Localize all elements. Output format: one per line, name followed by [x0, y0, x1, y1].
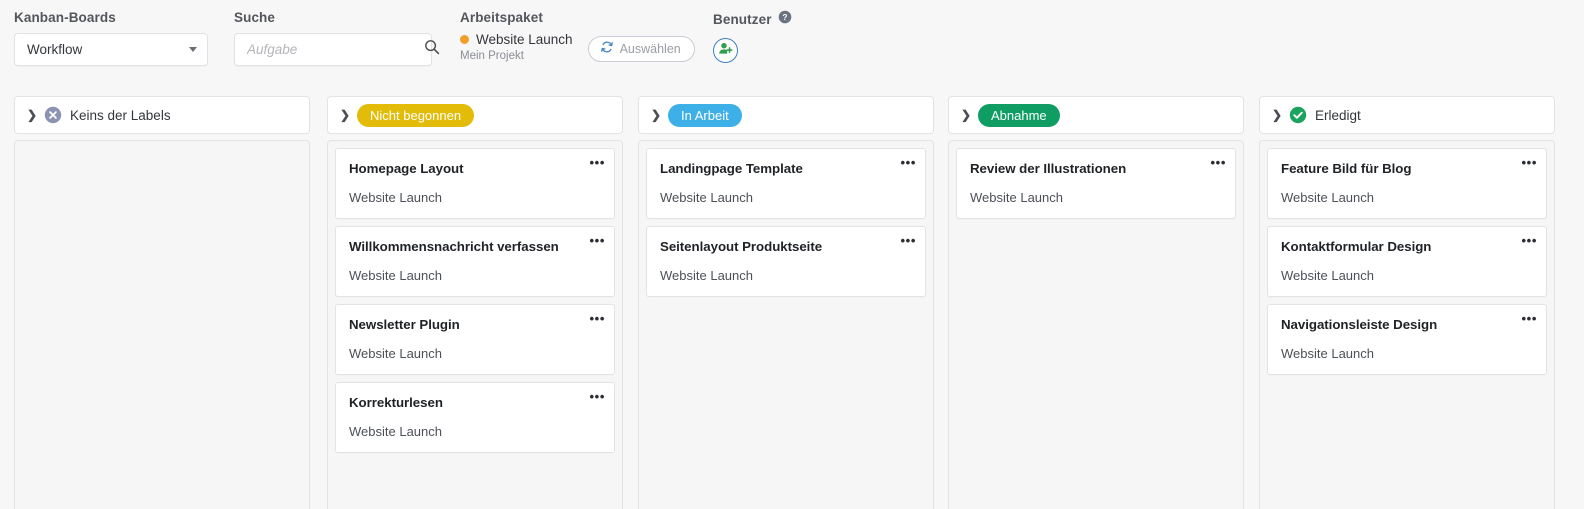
board-select-value: Workflow: [27, 42, 189, 57]
add-user-button[interactable]: [713, 38, 738, 63]
chevron-right-icon[interactable]: ❯: [651, 108, 668, 122]
task-card-subtitle: Website Launch: [1281, 190, 1533, 205]
more-options-icon[interactable]: •••: [901, 156, 916, 169]
task-card[interactable]: •••Willkommensnachricht verfassen Website…: [335, 226, 615, 297]
kanban-column-erledigt: ❯Erledigt•••Feature Bild für BlogWebsite…: [1259, 96, 1555, 509]
workpackage-texts: Website Launch Mein Projekt: [460, 32, 573, 62]
column-header-nicht-begonnen: ❯Nicht begonnen: [327, 96, 623, 134]
workpackage-name-row: Website Launch: [460, 32, 573, 47]
more-options-icon[interactable]: •••: [590, 234, 605, 247]
column-title: Keins der Labels: [70, 108, 171, 123]
status-dot-icon: [460, 35, 469, 44]
search-icon[interactable]: [424, 39, 440, 60]
select-workpackage-button[interactable]: Auswählen: [588, 36, 695, 62]
workpackage-label: Arbeitspaket: [460, 10, 695, 25]
workpackage-group: Arbeitspaket Website Launch Mein Projekt: [460, 10, 695, 62]
task-card-title: Review der Illustrationen: [970, 161, 1222, 177]
kanban-column-nicht-begonnen: ❯Nicht begonnen•••Homepage LayoutWebsite…: [327, 96, 623, 509]
column-header-abnahme: ❯Abnahme: [948, 96, 1244, 134]
kanban-page: Kanban-Boards Workflow Suche Arbeitspake…: [0, 0, 1584, 509]
chevron-down-icon: [189, 47, 197, 52]
user-group: Benutzer ?: [713, 10, 792, 63]
more-options-icon[interactable]: •••: [901, 234, 916, 247]
task-card-title: Korrekturlesen: [349, 395, 601, 411]
task-card-subtitle: Website Launch: [349, 190, 601, 205]
task-card-subtitle: Website Launch: [660, 268, 912, 283]
task-card[interactable]: •••Korrekturlesen Website Launch: [335, 382, 615, 453]
column-body-erledigt[interactable]: •••Feature Bild für BlogWebsite Launch••…: [1259, 140, 1555, 509]
search-box[interactable]: [234, 33, 432, 66]
task-card-title: Feature Bild für Blog: [1281, 161, 1533, 177]
search-label: Suche: [234, 10, 432, 25]
refresh-icon: [600, 40, 614, 59]
svg-text:?: ?: [782, 12, 787, 22]
task-card-subtitle: Website Launch: [970, 190, 1222, 205]
column-body-in-arbeit[interactable]: •••Landingpage TemplateWebsite Launch•••…: [638, 140, 934, 509]
task-card[interactable]: •••Review der Illustrationen Website Laun…: [956, 148, 1236, 219]
workpackage-body: Website Launch Mein Projekt Auswählen: [460, 32, 695, 62]
task-card-title: Willkommensnachricht verfassen: [349, 239, 601, 255]
task-card-title: Seitenlayout Produktseite: [660, 239, 912, 255]
user-head: Benutzer ?: [713, 10, 792, 29]
kanban-column-abnahme: ❯Abnahme •••Review der Illustrationen Webs…: [948, 96, 1244, 509]
add-person-icon: [718, 41, 733, 61]
more-options-icon[interactable]: •••: [590, 312, 605, 325]
x-circle-icon: [44, 106, 62, 124]
user-label: Benutzer: [713, 12, 772, 27]
more-options-icon[interactable]: •••: [590, 390, 605, 403]
column-header-erledigt: ❯ Erledigt: [1259, 96, 1555, 134]
kanban-boards-group: Kanban-Boards Workflow: [14, 10, 208, 66]
column-header-no-label: ❯ Keins der Labels: [14, 96, 310, 134]
task-card-title: Kontaktformular Design: [1281, 239, 1533, 255]
task-card[interactable]: •••Landingpage Template Website Launch: [646, 148, 926, 219]
task-card[interactable]: •••Navigationsleiste Design Website Launc…: [1267, 304, 1547, 375]
task-card-title: Homepage Layout: [349, 161, 601, 177]
task-card[interactable]: •••Kontaktformular Design Website Launch: [1267, 226, 1547, 297]
task-card-subtitle: Website Launch: [1281, 346, 1533, 361]
toolbar: Kanban-Boards Workflow Suche Arbeitspake…: [0, 0, 1584, 86]
search-input[interactable]: [247, 42, 424, 57]
board-select[interactable]: Workflow: [14, 33, 208, 66]
more-options-icon[interactable]: •••: [1522, 234, 1537, 247]
workpackage-project: Mein Projekt: [460, 50, 573, 62]
task-card[interactable]: •••Homepage Layout Website Launch: [335, 148, 615, 219]
task-card-title: Navigationsleiste Design: [1281, 317, 1533, 333]
task-card-subtitle: Website Launch: [349, 424, 601, 439]
more-options-icon[interactable]: •••: [1522, 156, 1537, 169]
kanban-column-in-arbeit: ❯In Arbeit•••Landingpage TemplateWebsite…: [638, 96, 934, 509]
task-card-subtitle: Website Launch: [349, 346, 601, 361]
task-card-subtitle: Website Launch: [1281, 268, 1533, 283]
column-header-in-arbeit: ❯In Arbeit: [638, 96, 934, 134]
check-circle-icon: [1289, 106, 1307, 124]
chevron-right-icon[interactable]: ❯: [961, 108, 978, 122]
kanban-column-no-label: ❯ Keins der Labels: [14, 96, 310, 509]
chevron-right-icon[interactable]: ❯: [27, 108, 44, 122]
more-options-icon[interactable]: •••: [590, 156, 605, 169]
task-card[interactable]: •••Newsletter Plugin Website Launch: [335, 304, 615, 375]
task-card-title: Landingpage Template: [660, 161, 912, 177]
column-body-no-label[interactable]: [14, 140, 310, 509]
column-status-badge[interactable]: In Arbeit: [668, 104, 742, 127]
task-card-subtitle: Website Launch: [349, 268, 601, 283]
more-options-icon[interactable]: •••: [1211, 156, 1226, 169]
chevron-right-icon[interactable]: ❯: [340, 108, 357, 122]
workpackage-name: Website Launch: [476, 32, 573, 47]
select-workpackage-label: Auswählen: [620, 42, 681, 56]
column-status-badge[interactable]: Abnahme: [978, 104, 1060, 127]
chevron-right-icon[interactable]: ❯: [1272, 108, 1289, 122]
kanban-boards-label: Kanban-Boards: [14, 10, 208, 25]
task-card[interactable]: •••Feature Bild für Blog Website Launch: [1267, 148, 1547, 219]
task-card[interactable]: •••Seitenlayout Produktseite Website Laun…: [646, 226, 926, 297]
task-card-subtitle: Website Launch: [660, 190, 912, 205]
column-title: Erledigt: [1315, 108, 1361, 123]
search-group: Suche: [234, 10, 432, 66]
task-card-title: Newsletter Plugin: [349, 317, 601, 333]
kanban-board: ❯Keins der Labels❯Nicht begonnen•••Homep…: [0, 96, 1584, 501]
help-circle-icon[interactable]: ?: [778, 10, 792, 29]
more-options-icon[interactable]: •••: [1522, 312, 1537, 325]
column-body-abnahme[interactable]: •••Review der Illustrationen Website Laun…: [948, 140, 1244, 509]
column-status-badge[interactable]: Nicht begonnen: [357, 104, 474, 127]
column-body-nicht-begonnen[interactable]: •••Homepage LayoutWebsite Launch•••Willk…: [327, 140, 623, 509]
